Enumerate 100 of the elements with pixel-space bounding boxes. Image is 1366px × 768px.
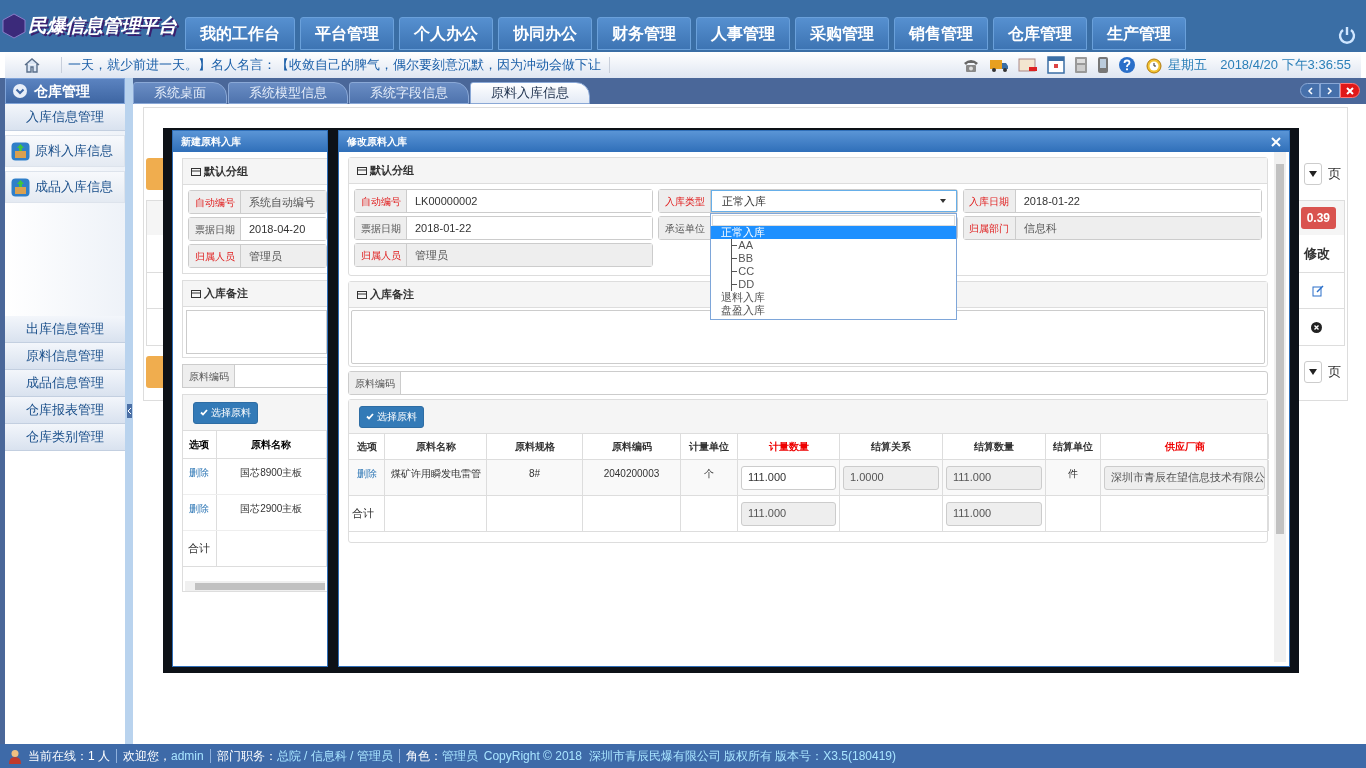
previous-tab-button[interactable] (1300, 83, 1320, 98)
vertical-scrollbar[interactable] (1274, 152, 1286, 662)
dropdown-option[interactable]: 盘盈入库 (711, 304, 956, 317)
telephone-icon[interactable] (962, 57, 981, 73)
sidebar-group[interactable]: 出库信息管理 (5, 316, 125, 343)
nav-tab[interactable]: 仓库管理 (993, 17, 1087, 50)
dropdown-search-field[interactable] (712, 215, 955, 226)
home-icon[interactable] (23, 57, 41, 73)
dropdown-option[interactable]: BB (736, 252, 753, 265)
status-label: 欢迎您， (123, 748, 171, 765)
field-label: 入库类型 (659, 190, 712, 212)
readonly-input-field[interactable]: 111.000 (741, 501, 836, 526)
dropdown-select[interactable]: 正常入库 (711, 190, 957, 212)
column-header: 原料名称 (216, 431, 327, 458)
page-tab[interactable]: 系统桌面 (133, 82, 227, 104)
readonly-input-field[interactable]: 管理员 (241, 245, 326, 267)
pick-material-button[interactable]: 选择原料 (193, 401, 258, 424)
readonly-input-field[interactable]: 系统自动编号 (241, 191, 326, 213)
calculator-icon[interactable] (1074, 56, 1089, 74)
table-cell: 国芯8900主板 (216, 459, 327, 494)
card-icon (191, 289, 201, 298)
sidebar-group[interactable]: 仓库类别管理 (5, 424, 125, 451)
status-label: 角色： (405, 748, 442, 765)
sidebar-item[interactable]: 成品入库信息 (5, 171, 125, 203)
nav-tab[interactable]: 个人办公 (399, 17, 493, 50)
nav-tab[interactable]: 财务管理 (597, 17, 691, 50)
readonly-input-field[interactable]: 111.000 (946, 465, 1042, 490)
check-icon (366, 413, 374, 420)
column-header: 供应厂商 (1101, 434, 1269, 459)
sidebar-group[interactable]: 成品信息管理 (5, 370, 125, 397)
chevron-right-icon (1327, 86, 1333, 95)
card-icon (357, 290, 367, 299)
help-icon[interactable] (1118, 56, 1137, 74)
delete-icon[interactable] (1311, 321, 1322, 333)
alarm-clock-icon[interactable] (1145, 56, 1164, 74)
table-cell-text: 8# (528, 467, 541, 481)
nav-tab[interactable]: 我的工作台 (185, 17, 295, 50)
delete-link[interactable]: 删除 (183, 459, 217, 494)
page-tab[interactable]: 原料入库信息 (470, 82, 590, 104)
field-label: 原料编码 (183, 365, 235, 387)
total-badge: 0.39 (1300, 207, 1336, 229)
field-label: 归属部门 (963, 217, 1016, 239)
status-value: 管理员 (441, 748, 478, 765)
horizontal-scrollbar[interactable] (185, 581, 325, 591)
nav-tab[interactable]: 生产管理 (1092, 17, 1186, 50)
nav-tab[interactable]: 采购管理 (795, 17, 889, 50)
dropdown-option[interactable]: DD (736, 278, 755, 291)
weekday-text: 星期五 (1168, 56, 1208, 75)
close-icon[interactable] (1271, 136, 1281, 147)
power-icon[interactable] (1338, 26, 1356, 44)
app-logo-title: 民爆信息管理平台 (28, 13, 177, 38)
pick-material-button[interactable]: 选择原料 (359, 405, 424, 428)
page-tab[interactable]: 系统字段信息 (349, 82, 469, 104)
readonly-input-field[interactable]: 111.000 (946, 501, 1042, 526)
sidebar-group[interactable]: 仓库报表管理 (5, 397, 125, 424)
status-value: 总院 / 信息科 / 管理员 (276, 748, 393, 765)
sidebar-group[interactable]: 原料信息管理 (5, 343, 125, 370)
status-value: 1 人 (88, 748, 110, 765)
input-field[interactable]: 111.000 (741, 465, 836, 490)
delete-link[interactable]: 删除 (356, 466, 377, 481)
card-icon (357, 166, 367, 175)
nav-tab[interactable]: 人事管理 (696, 17, 790, 50)
nav-tab[interactable]: 销售管理 (894, 17, 988, 50)
next-tab-button[interactable] (1320, 83, 1340, 98)
truck-icon[interactable] (989, 57, 1010, 73)
page-size-select[interactable] (1304, 163, 1322, 185)
nav-tab[interactable]: 协同办公 (498, 17, 592, 50)
table-cell-text: 合计 (352, 506, 374, 522)
dropdown-option[interactable]: 退料入库 (711, 291, 956, 304)
dialog-title: 修改原料入库 (347, 135, 407, 149)
readonly-input-field[interactable]: 信息科 (1015, 217, 1261, 239)
column-header: 原料编码 (583, 434, 681, 459)
dialog-title: 新建原料入库 (181, 135, 241, 149)
edit-icon[interactable] (1312, 284, 1324, 297)
calendar-icon[interactable] (1047, 56, 1066, 74)
field-label: 原料编码 (349, 372, 401, 394)
sidebar-group[interactable]: 入库信息管理 (5, 104, 125, 131)
readonly-input-field[interactable]: 管理员 (407, 244, 653, 266)
delete-link[interactable]: 删除 (183, 495, 217, 530)
readonly-input-field[interactable]: 1.0000 (843, 465, 939, 490)
page-tab[interactable]: 系统模型信息 (228, 82, 348, 104)
page-size-select[interactable] (1304, 361, 1322, 383)
dropdown-option[interactable]: CC (736, 265, 755, 278)
refresh-button[interactable] (146, 356, 166, 388)
chevron-down-icon[interactable] (12, 83, 28, 99)
close-tab-button[interactable] (1340, 83, 1360, 98)
mobile-phone-icon[interactable] (1097, 56, 1110, 74)
dropdown-option[interactable]: AA (736, 239, 753, 252)
sidebar-item[interactable]: 原料入库信息 (5, 135, 125, 167)
nav-tab[interactable]: 平台管理 (300, 17, 394, 50)
table-cell-text: 2040200003 (603, 467, 660, 481)
readonly-input-field[interactable]: 深圳市青辰在望信息技术有限公 (1104, 465, 1265, 490)
card-icon[interactable] (1018, 57, 1039, 73)
section-title: 默认分组 (370, 163, 414, 179)
table-cell-text: 煤矿许用瞬发电雷管 (390, 467, 481, 481)
section-title: 入库备注 (204, 286, 248, 302)
refresh-button[interactable] (146, 158, 166, 190)
column-header: 计量单位 (681, 434, 738, 459)
collapse-handle-icon[interactable] (126, 404, 132, 418)
table-cell: 合计 (183, 531, 217, 566)
